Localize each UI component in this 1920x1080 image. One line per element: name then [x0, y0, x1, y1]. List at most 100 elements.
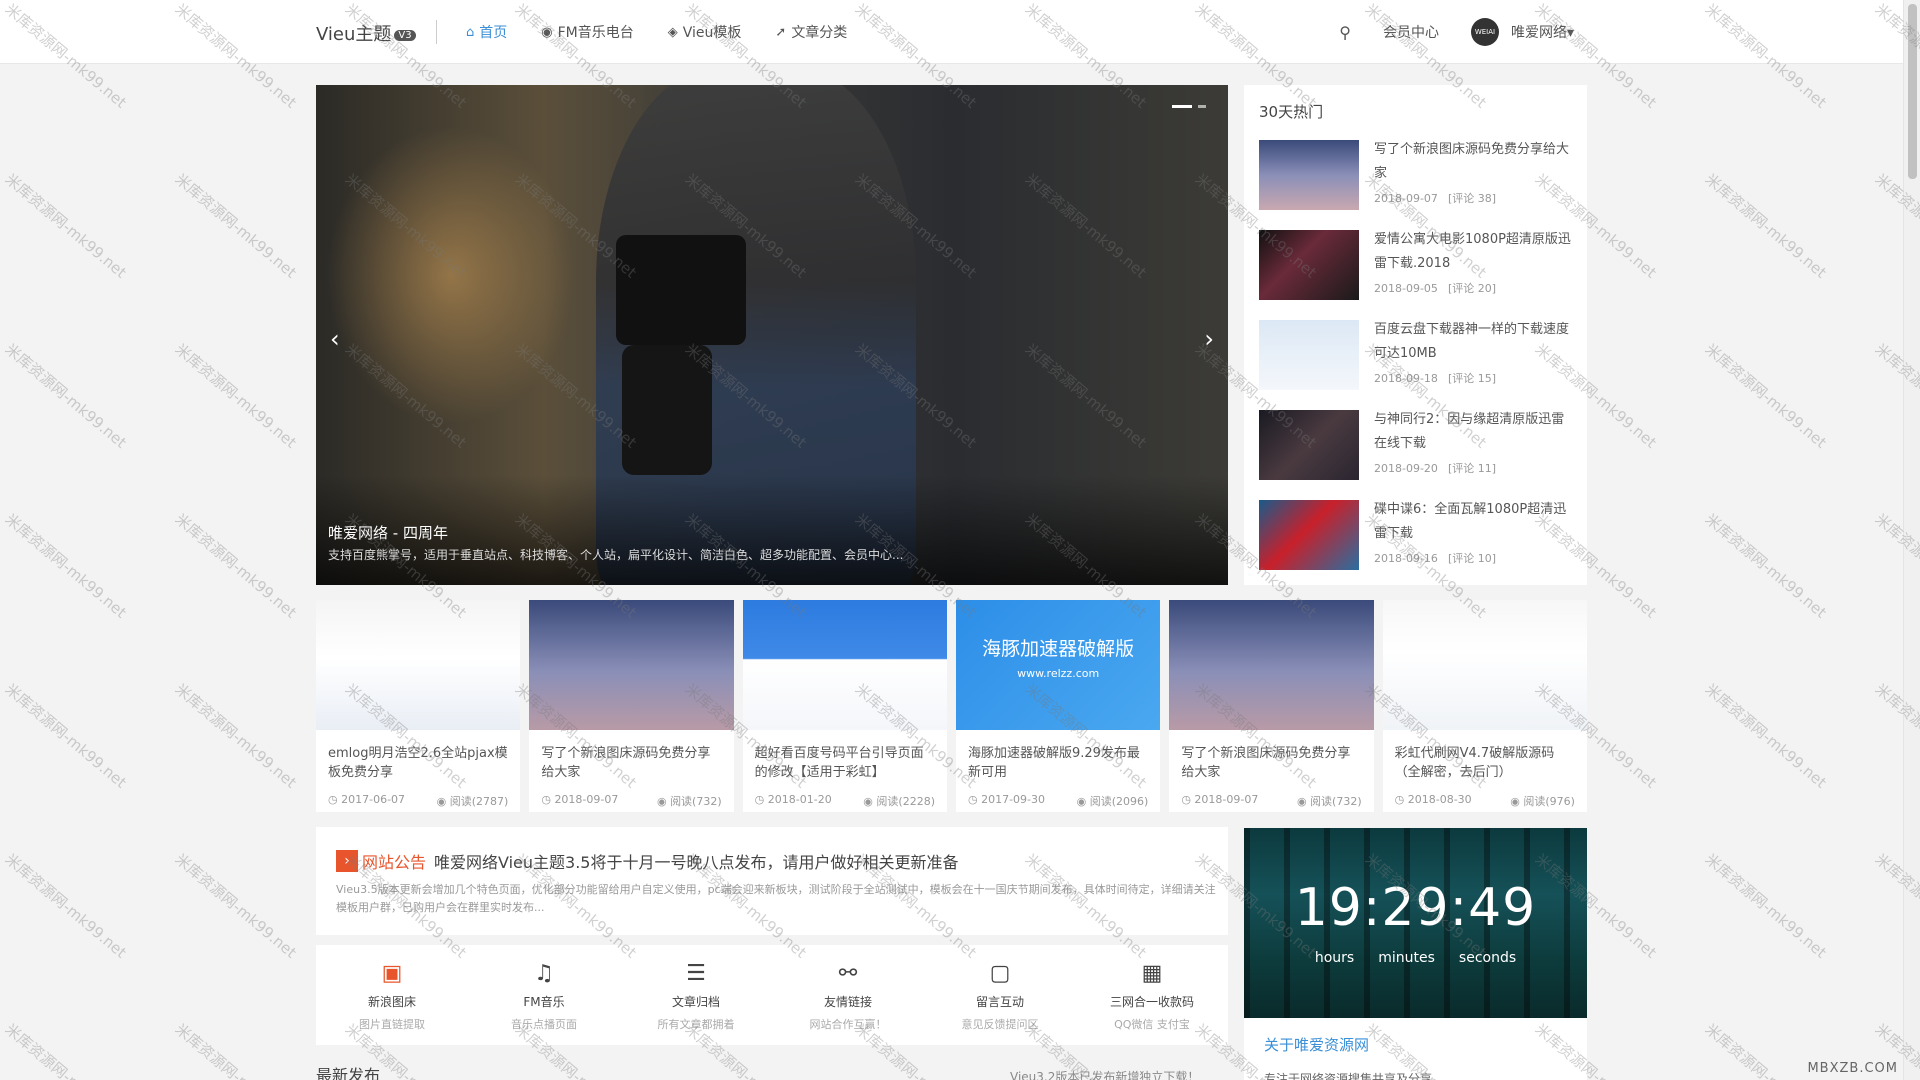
post-card-date-text: 2018-09-07 — [1194, 793, 1259, 806]
latest-note[interactable]: Vieu3.2版本已发布新增独立下载！ — [1010, 1068, 1199, 1080]
card-image-text: 海豚加速器破解版 — [982, 638, 1135, 660]
post-card-meta: ◷ 2018-08-30 ◉ 阅读(976) — [1383, 787, 1587, 809]
quick-link-name[interactable]: 留言互动 — [930, 993, 1070, 1010]
hot-post-thumbnail[interactable] — [1259, 320, 1359, 390]
brand-text: Vieu主题 — [316, 24, 392, 45]
eye-icon: ◉ — [436, 795, 450, 808]
hot-post-thumbnail[interactable] — [1259, 410, 1359, 480]
hot-post-comments: [评论 38] — [1447, 192, 1497, 205]
hot-post-item[interactable]: 爱情公寓大电影1080P超清原版迅雷下载.2018 2018-09-05 [评论 2… — [1244, 222, 1587, 312]
nav-vieu-template[interactable]: ◈ Vieu模板 — [668, 22, 742, 42]
quick-link-name[interactable]: 新浪图床 — [322, 993, 462, 1010]
quick-link-item[interactable]: ▦ 三网合一收款码 QQ微信 支付宝 — [1082, 961, 1222, 1045]
post-card-views: ◉ 阅读(732) — [1297, 793, 1362, 809]
about-title[interactable]: 关于唯爱资源网 — [1264, 1034, 1369, 1055]
search-icon[interactable]: ⚲ — [1339, 23, 1351, 42]
post-card-views: ◉ 阅读(2228) — [863, 793, 935, 809]
card-image-url: www.relzz.com — [1017, 667, 1100, 680]
slider-dot-active[interactable] — [1172, 105, 1192, 108]
post-card-image[interactable] — [742, 600, 947, 730]
quick-link-subtitle: QQ微信 支付宝 — [1114, 1018, 1190, 1031]
post-card-date-text: 2017-09-30 — [981, 793, 1046, 806]
member-center-link[interactable]: 会员中心 — [1383, 22, 1439, 42]
chevron-down-icon: ▾ — [1566, 25, 1574, 41]
hot-post-comments: [评论 10] — [1447, 552, 1497, 565]
post-card-date: ◷ 2017-06-07 — [328, 793, 405, 809]
slider-next-arrow-icon[interactable]: › — [1204, 325, 1214, 353]
nav-fm-radio[interactable]: ◉ FM音乐电台 — [541, 22, 633, 42]
hot-post-title[interactable]: 碟中谍6：全面瓦解1080P超清迅雷下载 — [1374, 498, 1572, 546]
quick-link-icon[interactable]: ▦ — [1082, 961, 1222, 989]
hot-post-title[interactable]: 百度云盘下载器神一样的下载速度可达10MB — [1374, 318, 1572, 366]
brand-separator — [436, 20, 437, 44]
quick-link-item[interactable]: ☰ 文章归档 所有文章都拥着 — [626, 961, 766, 1045]
post-card[interactable]: 彩虹代刷网V4.7破解版源码（全解密，去后门） ◷ 2018-08-30 ◉ 阅读(… — [1382, 600, 1587, 812]
watermark-text: 米库资源网-mk99.net — [171, 1020, 300, 1080]
slider-prev-arrow-icon[interactable]: ‹ — [330, 325, 340, 353]
hot-post-thumbnail[interactable] — [1259, 140, 1359, 210]
site-brand[interactable]: Vieu主题 V3 — [316, 20, 416, 46]
quick-link-icon[interactable]: ▢ — [930, 961, 1070, 989]
quick-link-name[interactable]: 文章归档 — [626, 993, 766, 1010]
hot-post-item[interactable]: 写了个新浪图床源码免费分享给大家 2018-09-07 [评论 38] — [1244, 132, 1587, 222]
hot-post-meta: 2018-09-16 [评论 10] — [1374, 550, 1506, 566]
hot-post-item[interactable]: 碟中谍6：全面瓦解1080P超清迅雷下载 2018-09-16 [评论 10] — [1244, 492, 1587, 582]
about-widget: 关于唯爱资源网 专注于网络资源搜集共享及分享... — [1244, 1018, 1587, 1080]
eye-icon: ◉ — [1510, 795, 1524, 808]
scrollbar-thumb[interactable] — [1908, 4, 1917, 179]
post-card-image[interactable] — [529, 600, 734, 730]
avatar[interactable]: WEIAI — [1470, 18, 1499, 46]
post-card-views: ◉ 阅读(2787) — [437, 793, 509, 809]
nav-home[interactable]: ⌂ 首页 — [466, 22, 507, 42]
hot-post-thumbnail[interactable] — [1259, 230, 1359, 300]
post-card-title[interactable]: 超好看百度号码平台引导页面的修改【适用于彩虹】 — [743, 730, 947, 787]
post-card-title[interactable]: emlog明月浩空2.6全站pjax模板免费分享 — [316, 730, 520, 787]
watermark-text: 米库资源网-mk99.net — [171, 340, 300, 452]
quick-link-icon[interactable]: ♫ — [474, 961, 614, 989]
post-card-image[interactable] — [1169, 600, 1374, 730]
hot-post-item[interactable]: 与神同行2：因与缘超清原版迅雷在线下载 2018-09-20 [评论 11] — [1244, 402, 1587, 492]
quick-link-name[interactable]: FM音乐 — [474, 993, 614, 1010]
watermark-text: 米库资源网-mk99.net — [1, 850, 130, 962]
slider-dot[interactable] — [1198, 105, 1206, 108]
post-card[interactable]: 超好看百度号码平台引导页面的修改【适用于彩虹】 ◷ 2018-01-20 ◉ 阅读(… — [742, 600, 947, 812]
quick-link-icon[interactable]: ▣ — [322, 961, 462, 989]
nav-article-category[interactable]: ➚ 文章分类 — [775, 22, 847, 42]
post-card-image[interactable]: 海豚加速器破解版 www.relzz.com — [955, 600, 1161, 730]
hot-post-thumbnail[interactable] — [1259, 500, 1359, 570]
post-card-image[interactable] — [316, 600, 521, 730]
hot-post-date: 2018-09-05 — [1374, 282, 1438, 295]
post-card-image[interactable] — [1382, 600, 1587, 730]
quick-link-name[interactable]: 三网合一收款码 — [1082, 993, 1222, 1010]
post-card[interactable]: emlog明月浩空2.6全站pjax模板免费分享 ◷ 2017-06-07 ◉ 阅读… — [316, 600, 521, 812]
post-card[interactable]: 海豚加速器破解版 www.relzz.com 海豚加速器破解版9.29发布最新可用 ◷… — [955, 600, 1161, 812]
username-menu[interactable]: 唯爱网络▾ — [1511, 22, 1574, 42]
slide-title[interactable]: 唯爱网络 - 四周年 — [328, 522, 448, 543]
quick-link-item[interactable]: ♫ FM音乐 音乐点播页面 — [474, 961, 614, 1045]
post-card[interactable]: 写了个新浪图床源码免费分享给大家 ◷ 2018-09-07 ◉ 阅读(732) — [1169, 600, 1374, 812]
hot-post-title[interactable]: 爱情公寓大电影1080P超清原版迅雷下载.2018 — [1374, 228, 1572, 276]
hero-slider[interactable]: ‹ › 唯爱网络 - 四周年 支持百度熊掌号，适用于垂直站点、科技博客、个人站，… — [316, 85, 1228, 585]
clock-widget: 19:29:49 hours minutes seconds — [1244, 828, 1587, 1018]
post-card[interactable]: 写了个新浪图床源码免费分享给大家 ◷ 2018-09-07 ◉ 阅读(732) — [529, 600, 734, 812]
post-card-date: ◷ 2018-09-07 — [1181, 793, 1258, 809]
header-right: ⚲ 会员中心 WEIAI 唯爱网络▾ — [1339, 18, 1574, 46]
hot-post-title[interactable]: 写了个新浪图床源码免费分享给大家 — [1374, 138, 1572, 186]
post-card-meta: ◷ 2017-09-30 ◉ 阅读(2096) — [956, 787, 1160, 809]
quick-link-icon[interactable]: ⚯ — [778, 961, 918, 989]
quick-link-item[interactable]: ▣ 新浪图床 图片直链提取 — [322, 961, 462, 1045]
post-card-title[interactable]: 海豚加速器破解版9.29发布最新可用 — [956, 730, 1160, 787]
post-card-title[interactable]: 写了个新浪图床源码免费分享给大家 — [1169, 730, 1373, 787]
page-scrollbar[interactable] — [1903, 0, 1920, 1080]
brand-version-badge: V3 — [394, 30, 416, 41]
quick-link-item[interactable]: ⚯ 友情链接 网站合作互赢！ — [778, 961, 918, 1045]
quick-link-icon[interactable]: ☰ — [626, 961, 766, 989]
hot-post-item[interactable]: 百度云盘下载器神一样的下载速度可达10MB 2018-09-18 [评论 15] — [1244, 312, 1587, 402]
hot-post-title[interactable]: 与神同行2：因与缘超清原版迅雷在线下载 — [1374, 408, 1572, 456]
post-card-title[interactable]: 彩虹代刷网V4.7破解版源码（全解密，去后门） — [1383, 730, 1587, 787]
post-card-title[interactable]: 写了个新浪图床源码免费分享给大家 — [529, 730, 733, 787]
quick-link-item[interactable]: ▢ 留言互动 意见反馈提问区 — [930, 961, 1070, 1045]
notice-message[interactable]: 唯爱网络Vieu主题3.5将于十月一号晚八点发布，请用户做好相关更新准备 — [434, 849, 958, 873]
hot-post-date: 2018-09-20 — [1374, 462, 1438, 475]
quick-link-name[interactable]: 友情链接 — [778, 993, 918, 1010]
